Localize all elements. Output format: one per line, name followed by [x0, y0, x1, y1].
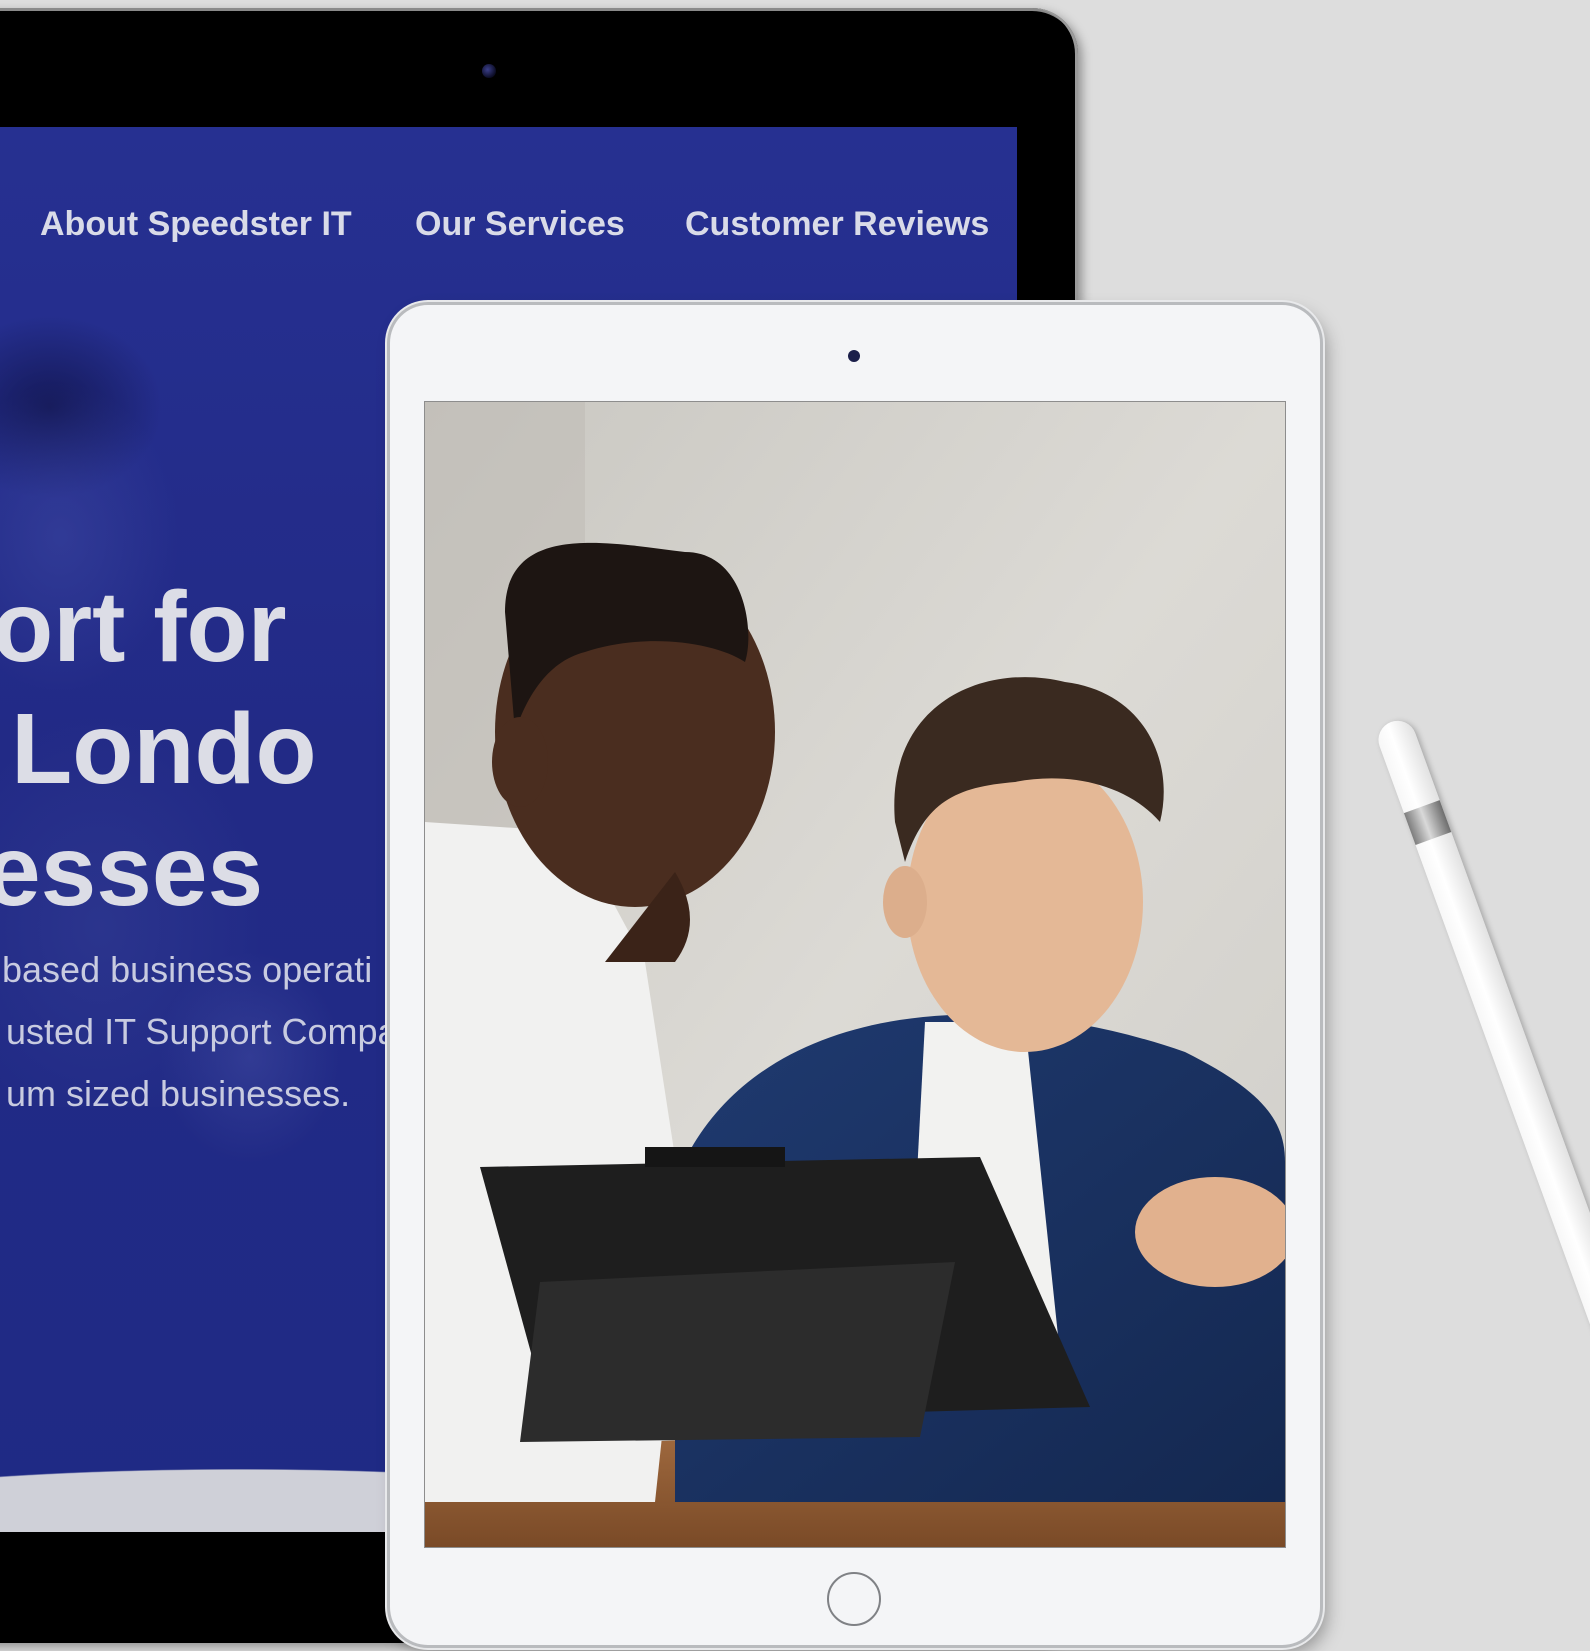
nav-item-services[interactable]: Our Services: [415, 205, 625, 244]
site-navigation: About Speedster IT Our Services Customer…: [0, 205, 1017, 265]
photo-two-men-tablet: [425, 402, 1285, 1547]
hero-body-line-1: based business operati: [2, 949, 373, 990]
hero-heading-line-3: esses: [0, 815, 264, 927]
nav-item-about[interactable]: About Speedster IT: [40, 205, 352, 244]
nav-item-reviews[interactable]: Customer Reviews: [685, 205, 989, 244]
camera-icon: [848, 350, 860, 362]
hero-heading-line-2: al Londo: [0, 693, 317, 805]
hero-body-line-2: usted IT Support Compa: [6, 1011, 398, 1052]
camera-icon: [482, 64, 496, 78]
hero-body-line-3: um sized businesses.: [6, 1073, 351, 1114]
home-button[interactable]: [827, 1572, 881, 1626]
stylus-pencil-icon: [1373, 715, 1590, 1650]
pencil-band: [1403, 800, 1452, 846]
front-tablet-device: [390, 305, 1320, 1645]
hero-heading-line-1: pport for: [0, 571, 287, 683]
front-tablet-screen: [424, 401, 1286, 1548]
